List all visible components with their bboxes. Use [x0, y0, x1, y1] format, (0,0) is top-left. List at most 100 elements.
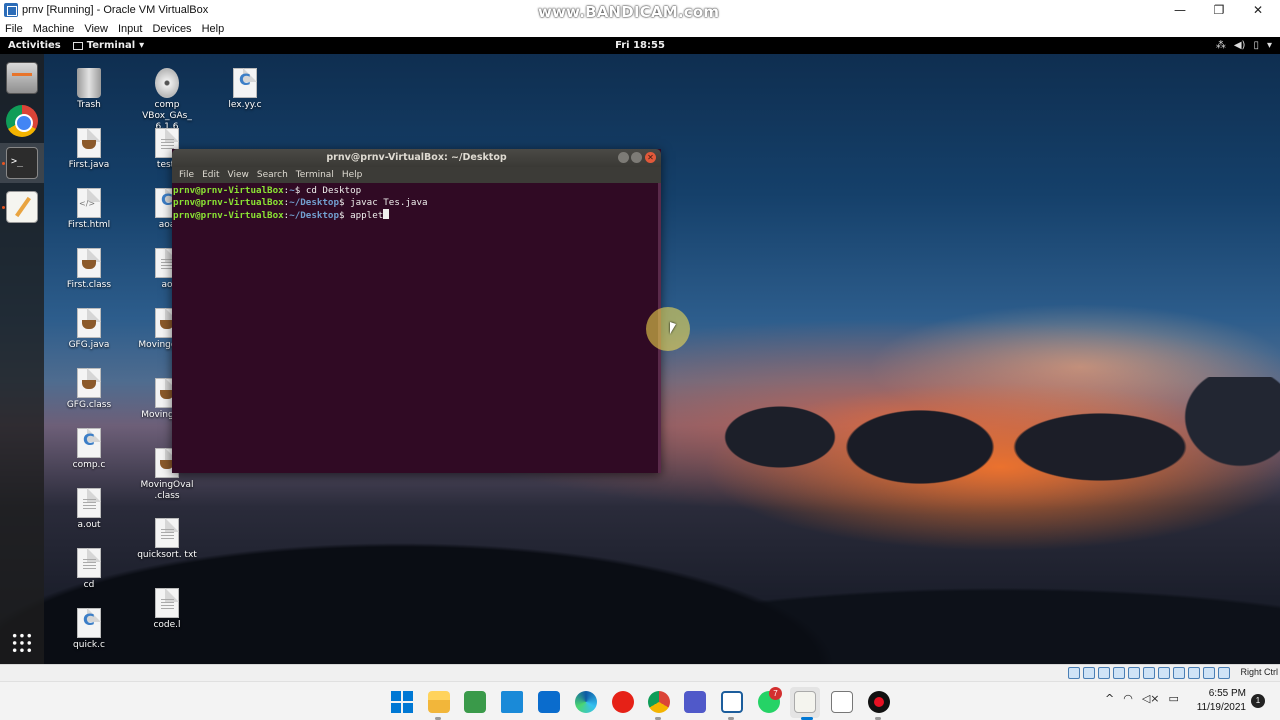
app-menu-terminal[interactable]: Terminal ▾ — [72, 40, 144, 51]
wifi-icon[interactable]: ◠ — [1123, 692, 1133, 705]
vm-device-indicators[interactable] — [1068, 667, 1230, 679]
terminal-menubar: File Edit View Search Terminal Help — [172, 167, 661, 183]
chrome-icon[interactable] — [6, 105, 38, 137]
cpu-icon[interactable] — [1188, 667, 1200, 679]
minimize-icon: — — [1174, 3, 1186, 17]
terminal-menu-view[interactable]: View — [224, 170, 253, 180]
terminal-menu-search[interactable]: Search — [253, 170, 292, 180]
chrome-icon[interactable] — [648, 691, 670, 713]
clock-time: 6:55 PM — [1208, 688, 1246, 699]
terminal-icon[interactable]: >_ — [6, 147, 38, 179]
terminal-minimize-button[interactable] — [618, 152, 629, 163]
windows-system-tray[interactable]: ^ ◠ ◁× ▭ — [1105, 692, 1179, 705]
audio-icon[interactable] — [1098, 667, 1110, 679]
menu-input[interactable]: Input — [113, 23, 147, 35]
prompt-user: prnv@prnv-VirtualBox — [173, 197, 284, 208]
restore-button[interactable]: ❐ — [1199, 0, 1239, 20]
desktop-icon-comp-c[interactable]: comp.c — [54, 428, 124, 471]
prompt-path: ~/Desktop — [289, 197, 339, 208]
shared-folder-icon[interactable] — [1143, 667, 1155, 679]
chevron-up-icon[interactable]: ^ — [1105, 692, 1114, 705]
prompt-user: prnv@prnv-VirtualBox — [173, 185, 284, 196]
terminal-titlebar[interactable]: prnv@prnv-VirtualBox: ~/Desktop ✕ — [172, 149, 661, 167]
youtube-icon[interactable] — [612, 691, 634, 713]
terminal-window[interactable]: prnv@prnv-VirtualBox: ~/Desktop ✕ File E… — [172, 149, 661, 473]
desktop-icon-code-l[interactable]: code.l — [132, 588, 202, 631]
terminal-close-button[interactable]: ✕ — [645, 152, 656, 163]
desktop-icon-cd[interactable]: cd — [54, 548, 124, 591]
menu-help[interactable]: Help — [197, 23, 230, 35]
menu-devices[interactable]: Devices — [147, 23, 196, 35]
clock-date: 11/19/2021 — [1196, 702, 1246, 713]
gnome-system-tray[interactable]: ⁂ ◀) ▯ ▾ — [1216, 40, 1272, 51]
command-input[interactable]: applet — [350, 210, 383, 221]
activities-button[interactable]: Activities — [8, 40, 61, 51]
desktop-icon-a-out[interactable]: a.out — [54, 488, 124, 531]
notepad-icon[interactable] — [464, 691, 486, 713]
menu-view[interactable]: View — [79, 23, 113, 35]
close-button[interactable]: ✕ — [1238, 0, 1278, 20]
desktop-icon-label: First.html — [67, 220, 111, 230]
java-file-icon — [77, 308, 101, 338]
network-icon: ⁂ — [1215, 40, 1226, 51]
text-editor-icon[interactable] — [794, 691, 816, 713]
prompt-symbol: $ — [338, 197, 351, 208]
terminal-line: prnv@prnv-VirtualBox:~/Desktop$ applet — [173, 209, 658, 222]
volume-muted-icon[interactable]: ◁× — [1142, 692, 1160, 705]
files-icon[interactable] — [6, 62, 38, 94]
teams-icon[interactable] — [684, 691, 706, 713]
windows-taskbar: 7 ^ ◠ ◁× ▭ 6:55 PM 11/19/2021 1 — [0, 681, 1280, 720]
html-file-icon — [77, 188, 101, 218]
battery-icon: ▯ — [1253, 40, 1259, 51]
file-explorer-icon[interactable] — [428, 691, 450, 713]
mail-icon[interactable] — [538, 691, 560, 713]
desktop-icon-gfg-class[interactable]: GFG.class — [54, 368, 124, 411]
terminal-menu-help[interactable]: Help — [338, 170, 367, 180]
desktop-icon-label: quick.c — [73, 640, 105, 650]
virtualbox-icon[interactable] — [721, 691, 743, 713]
recording-icon[interactable] — [1173, 667, 1185, 679]
prompt-user: prnv@prnv-VirtualBox — [173, 210, 284, 221]
bandicam-record-icon[interactable] — [868, 691, 890, 713]
desktop-icon-first-class[interactable]: First.class — [54, 248, 124, 291]
desktop-icon-lex-yy-c[interactable]: lex.yy.c — [210, 68, 280, 111]
taskbar-clock[interactable]: 6:55 PM 11/19/2021 — [1196, 687, 1246, 715]
edge-icon[interactable] — [575, 691, 597, 713]
vm-screen[interactable]: Activities Terminal ▾ Fri 18:55 ⁂ ◀) ▯ ▾… — [0, 37, 1280, 664]
desktop-icon-quick-c[interactable]: quick.c — [54, 608, 124, 651]
optical-drive-icon[interactable] — [1083, 667, 1095, 679]
power-menu-icon: ▾ — [1266, 40, 1272, 51]
snipping-icon[interactable] — [831, 691, 853, 713]
windows-start-icon[interactable] — [391, 691, 413, 713]
c-file-icon — [77, 428, 101, 458]
command-text: cd Desktop — [305, 185, 362, 196]
terminal-menu-terminal[interactable]: Terminal — [292, 170, 338, 180]
desktop-icon-gfg-java[interactable]: GFG.java — [54, 308, 124, 351]
terminal-maximize-button[interactable] — [631, 152, 642, 163]
display-icon[interactable] — [1158, 667, 1170, 679]
usb-icon[interactable] — [1128, 667, 1140, 679]
mouse-integration-icon[interactable] — [1203, 667, 1215, 679]
notification-center-button[interactable]: 1 — [1251, 694, 1265, 708]
menu-file[interactable]: File — [0, 23, 28, 35]
desktop-icon-first-html[interactable]: First.html — [54, 188, 124, 231]
remote-desktop-icon[interactable] — [501, 691, 523, 713]
minimize-button[interactable]: — — [1160, 0, 1200, 20]
terminal-menu-file[interactable]: File — [175, 170, 198, 180]
text-editor-icon[interactable] — [6, 191, 38, 223]
virtualbox-status-bar: Right Ctrl — [0, 664, 1280, 681]
keyboard-icon[interactable] — [1218, 667, 1230, 679]
battery-icon[interactable]: ▭ — [1169, 692, 1179, 705]
desktop-icon-first-java[interactable]: First.java — [54, 128, 124, 171]
desktop-icon-quicksort-txt[interactable]: quicksort. txt — [132, 518, 202, 561]
menu-machine[interactable]: Machine — [28, 23, 80, 35]
desktop-icon-vbox-gas[interactable]: comp VBox_GAs_ 6.1.6 — [132, 68, 202, 133]
desktop-icon-trash[interactable]: Trash — [54, 68, 124, 111]
network-adapter-icon[interactable] — [1113, 667, 1125, 679]
terminal-output[interactable]: prnv@prnv-VirtualBox:~$ cd Desktop prnv@p… — [173, 185, 658, 471]
gnome-clock[interactable]: Fri 18:55 — [615, 40, 665, 51]
app-grid-icon[interactable] — [11, 632, 33, 654]
terminal-menu-edit[interactable]: Edit — [198, 170, 223, 180]
hard-disk-icon[interactable] — [1068, 667, 1080, 679]
desktop-icon-label: quicksort. txt — [137, 550, 197, 560]
